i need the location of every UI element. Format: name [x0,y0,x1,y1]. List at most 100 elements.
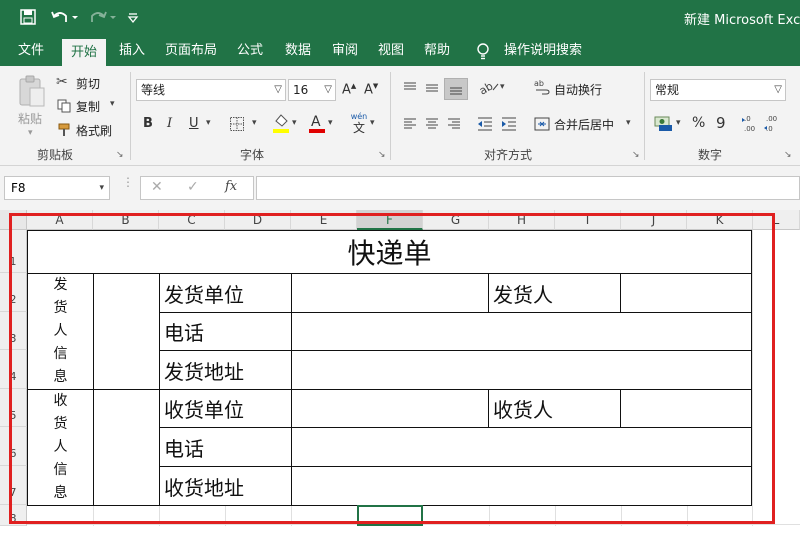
orientation-icon[interactable]: ab [477,78,500,98]
phonetic-pinyin: wén [350,112,368,121]
svg-text:A: A [311,114,321,130]
orientation-dropdown-icon[interactable]: ▾ [500,82,505,92]
dialog-launcher-icon[interactable]: ↘ [116,150,124,160]
format-painter-icon[interactable] [57,122,71,136]
tab-view[interactable]: 视图 [378,36,404,66]
tell-me-search[interactable]: 操作说明搜索 [504,36,582,66]
svg-text:.0: .0 [766,125,773,133]
clipboard-group-label: 剪贴板 [37,148,74,162]
underline-dropdown-icon[interactable]: ▾ [206,118,211,128]
number-group-label: 数字 [698,148,723,162]
redo-icon[interactable] [88,8,118,26]
align-top-icon[interactable] [402,80,418,96]
svg-text:ab: ab [478,79,495,96]
formula-bar: F8 ▾ ⋮ ✕ ✓ fx [0,166,800,210]
accounting-dropdown-icon[interactable]: ▾ [676,118,681,128]
save-icon[interactable] [20,9,36,25]
font-color-icon[interactable]: A [308,112,326,134]
increase-indent-icon[interactable] [500,116,518,132]
svg-text:.0: .0 [744,115,751,123]
increase-decimal-icon[interactable]: .0.00 [742,112,760,134]
decrease-indent-icon[interactable] [476,116,494,132]
dialog-launcher-icon[interactable]: ↘ [784,150,792,160]
fill-color-dropdown-icon[interactable]: ▾ [292,118,297,128]
tab-page-layout[interactable]: 页面布局 [165,36,217,66]
chevron-down-icon: ▽ [324,84,332,95]
font-size-select[interactable]: 16 ▽ [288,79,336,101]
name-box[interactable]: F8 ▾ [4,176,110,200]
merge-center-icon[interactable] [534,116,550,132]
wrap-text-icon[interactable]: ab [534,78,550,96]
align-center-icon[interactable] [424,116,440,132]
svg-text:ab: ab [534,79,544,88]
cut-button[interactable]: 剪切 [76,75,100,92]
ribbon-tab-bar: 文件 开始 插入 页面布局 公式 数据 审阅 视图 帮助 操作说明搜索 [0,36,800,66]
cancel-icon[interactable]: ✕ [151,179,163,195]
underline-button[interactable]: U [189,116,199,131]
font-group-label: 字体 [240,148,265,162]
borders-icon[interactable] [229,116,245,132]
paste-icon[interactable] [16,74,48,108]
svg-text:.00: .00 [744,125,755,133]
chevron-down-icon: ▽ [274,84,282,95]
annotation-highlight-box [9,213,775,524]
phonetic-dropdown-icon[interactable]: ▾ [370,118,375,128]
copy-button[interactable]: 复制 [76,98,100,115]
copy-dropdown-icon[interactable]: ▾ [110,99,115,109]
tab-insert[interactable]: 插入 [119,36,145,66]
svg-text:.00: .00 [766,115,777,123]
chevron-down-icon: ▾ [99,183,104,193]
decrease-decimal-icon[interactable]: .00.0 [764,112,782,134]
separator [644,72,645,160]
font-name-value: 等线 [141,83,166,97]
merge-center-button[interactable]: 合并后居中 [554,116,614,133]
align-left-icon[interactable] [402,116,418,132]
number-format-select[interactable]: 常规 ▽ [650,79,786,101]
tab-file[interactable]: 文件 [18,36,44,66]
copy-icon[interactable] [57,98,71,113]
tab-review[interactable]: 审阅 [332,36,358,66]
customize-quick-access-icon[interactable] [126,10,140,24]
worksheet[interactable]: A B C D E F G H I J K L 1 2 3 4 5 6 7 8 … [0,210,800,526]
phonetic-char: 文 [352,121,365,135]
drag-handle-icon[interactable]: ⋮ [122,176,134,188]
font-size-value: 16 [293,83,309,97]
scissors-icon[interactable]: ✂ [56,74,68,90]
font-name-select[interactable]: 等线 ▽ [136,79,286,101]
chevron-down-icon: ▽ [774,84,782,95]
alignment-group-label: 对齐方式 [484,148,533,162]
enter-icon[interactable]: ✓ [187,179,199,195]
formula-buttons: ✕ ✓ fx [140,176,254,200]
paste-dropdown-icon[interactable]: ▾ [28,128,33,138]
tab-data[interactable]: 数据 [285,36,311,66]
bold-button[interactable]: B [143,116,153,131]
window-title: 新建 Microsoft Exce [684,13,800,28]
phonetic-guide-icon[interactable]: wén 文 [350,112,368,136]
separator [130,72,131,160]
font-color-dropdown-icon[interactable]: ▾ [328,118,333,128]
dialog-launcher-icon[interactable]: ↘ [632,150,640,160]
align-bottom-icon[interactable] [444,78,468,100]
fill-color-icon[interactable] [272,112,290,134]
tab-home[interactable]: 开始 [62,39,107,66]
tab-help[interactable]: 帮助 [424,36,450,66]
comma-style-button[interactable]: 9 [716,114,726,132]
tab-formulas[interactable]: 公式 [237,36,263,66]
insert-function-button[interactable]: fx [225,179,237,194]
separator [390,72,391,160]
merge-dropdown-icon[interactable]: ▾ [626,118,631,128]
format-painter-button[interactable]: 格式刷 [76,122,112,139]
formula-input[interactable] [256,176,800,200]
accounting-format-icon[interactable] [654,114,674,132]
italic-button[interactable]: I [167,116,172,131]
align-middle-icon[interactable] [424,80,440,96]
align-right-icon[interactable] [446,116,462,132]
undo-icon[interactable] [50,8,80,26]
decrease-font-icon[interactable]: A▼ [364,82,378,97]
percent-button[interactable]: % [692,115,705,131]
increase-font-icon[interactable]: A▲ [342,82,356,97]
wrap-text-button[interactable]: 自动换行 [554,81,602,98]
paste-label[interactable]: 粘贴 [18,110,42,127]
dialog-launcher-icon[interactable]: ↘ [378,150,386,160]
borders-dropdown-icon[interactable]: ▾ [252,118,257,128]
